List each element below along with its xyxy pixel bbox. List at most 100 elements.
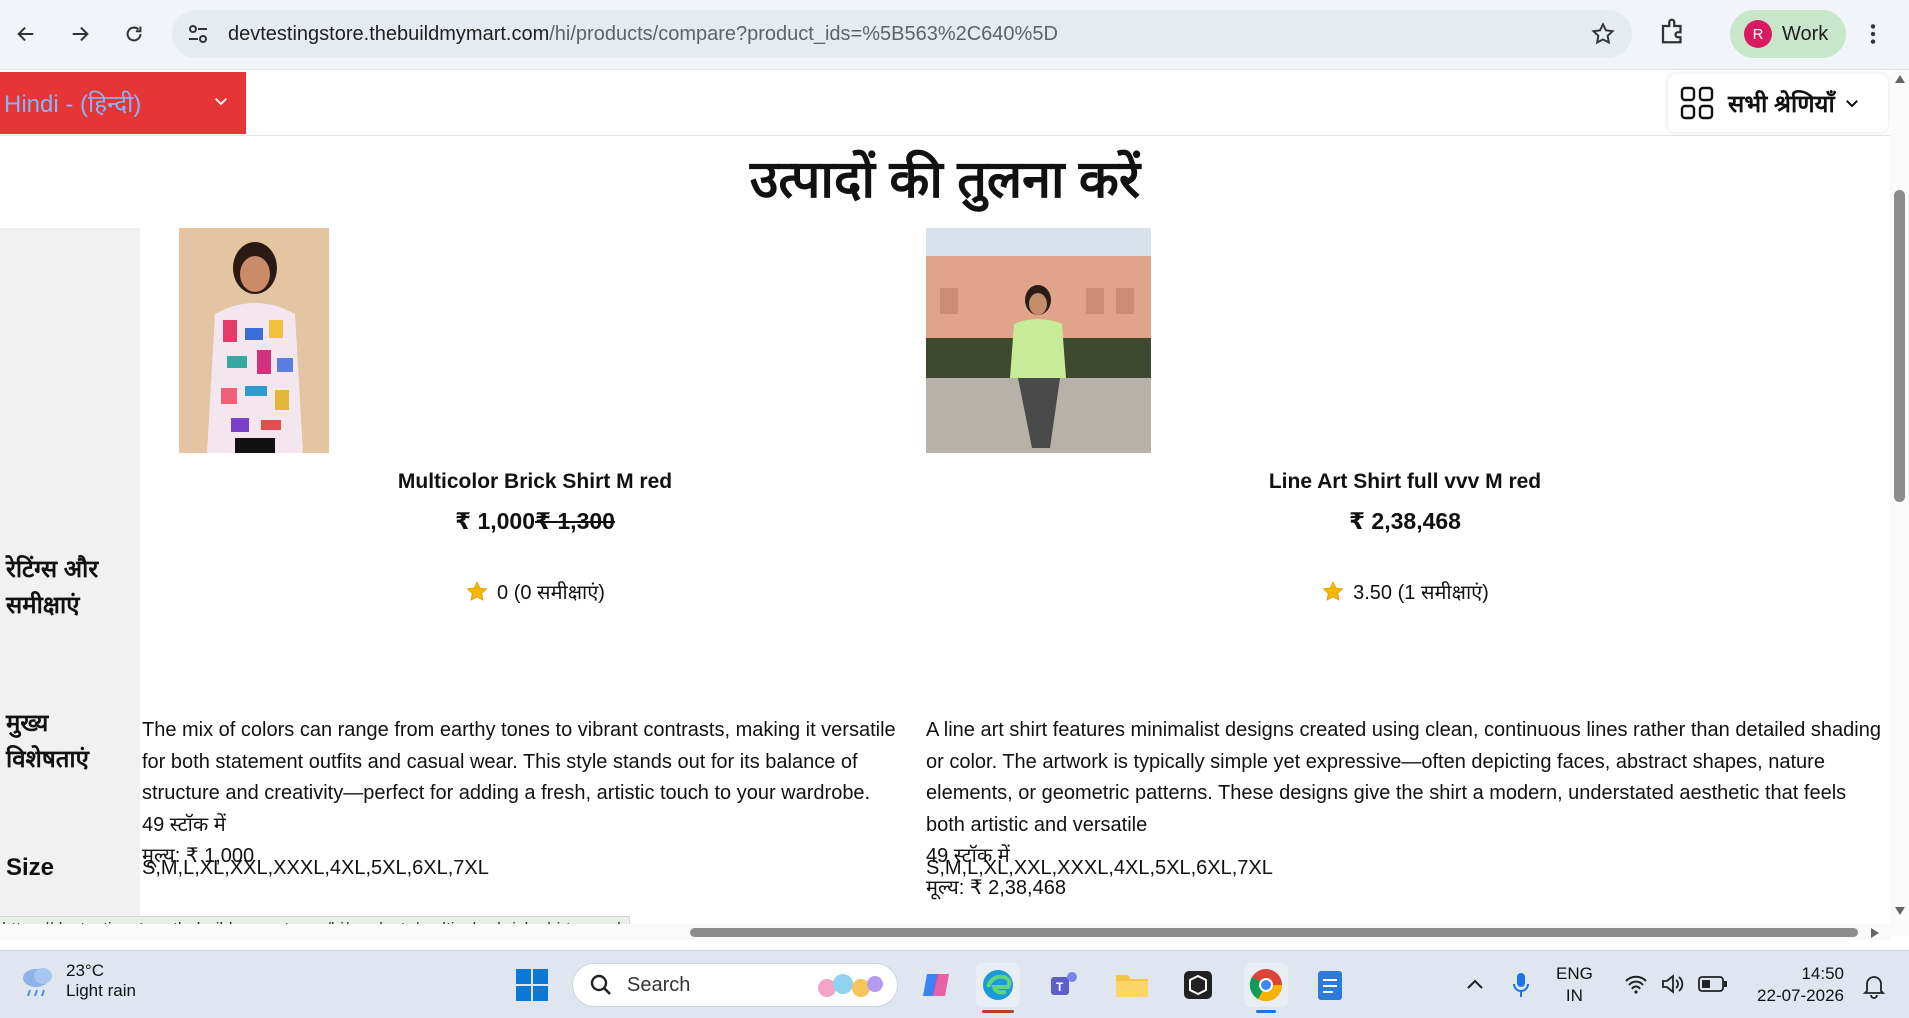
- copilot-icon[interactable]: [914, 963, 958, 1007]
- temperature: 23°C: [66, 961, 104, 980]
- wifi-icon[interactable]: [1624, 973, 1648, 995]
- product-name[interactable]: Line Art Shirt full vvv M red: [1010, 470, 1800, 494]
- reload-icon: [126, 26, 142, 42]
- notification-bell-icon[interactable]: [1862, 973, 1886, 999]
- extensions-icon[interactable]: [1658, 16, 1688, 46]
- url-text[interactable]: devtestingstore.thebuildmymart.com/hi/pr…: [228, 23, 1058, 46]
- teams-logo-icon: T: [1051, 972, 1077, 995]
- current-price: ₹ 2,38,468: [1349, 508, 1461, 534]
- edge-icon[interactable]: [976, 963, 1020, 1013]
- chevron-up-icon[interactable]: [1466, 977, 1484, 991]
- copilot-logo-icon: [923, 974, 949, 996]
- product-rating: 0 (0 समीक्षाएं): [140, 578, 930, 605]
- vertical-scroll-thumb[interactable]: [1894, 190, 1905, 502]
- weather-widget[interactable]: 23°C Light rain: [18, 961, 136, 1001]
- more-menu-icon[interactable]: [1860, 20, 1886, 48]
- forward-arrow-icon: [72, 26, 89, 42]
- grid-icon: [1680, 86, 1714, 120]
- features-row-label: मुख्य विशेषताएं: [6, 706, 116, 778]
- all-categories-button[interactable]: सभी श्रेणियाँ: [1668, 74, 1888, 132]
- back-button[interactable]: [8, 16, 44, 52]
- microphone-icon[interactable]: [1512, 971, 1530, 999]
- product-description: A line art shirt features minimalist des…: [926, 719, 1881, 836]
- search-label: Search: [627, 973, 691, 996]
- product-features: The mix of colors can range from earthy …: [142, 715, 918, 873]
- forward-button[interactable]: [62, 16, 98, 52]
- notepad-icon[interactable]: [1308, 963, 1352, 1007]
- product-name[interactable]: Multicolor Brick Shirt M red: [140, 470, 930, 494]
- start-button[interactable]: [510, 963, 554, 1007]
- product-price: ₹ 1,000₹ 1,300: [140, 508, 930, 535]
- language-select[interactable]: Hindi - (हिन्दी): [0, 72, 246, 134]
- windows-logo-icon: [516, 969, 548, 1001]
- product-sizes: S,M,L,XL,XXL,XXXL,4XL,5XL,6XL,7XL: [142, 857, 489, 879]
- chevron-down-icon: [1845, 100, 1858, 108]
- search-highlight-icon: [818, 974, 883, 997]
- cube-icon: [1184, 971, 1212, 999]
- edge-logo-icon: [983, 970, 1013, 1000]
- chrome-icon[interactable]: [1244, 963, 1288, 1013]
- scroll-right-icon[interactable]: [1870, 927, 1880, 939]
- profile-label: Work: [1782, 22, 1829, 45]
- folder-icon: [1116, 975, 1148, 997]
- clock[interactable]: 14:50 22-07-2026: [1752, 963, 1844, 1007]
- back-arrow-icon: [17, 26, 34, 42]
- bookmark-star-icon[interactable]: [1590, 21, 1616, 47]
- star-icon: [466, 580, 488, 601]
- app-cube-icon[interactable]: [1176, 963, 1220, 1007]
- reload-button[interactable]: [116, 16, 152, 52]
- lang-bottom: IN: [1565, 986, 1583, 1005]
- battery-icon[interactable]: [1698, 975, 1728, 993]
- ratings-label-text: रेटिंग्स और समीक्षाएं: [6, 556, 99, 619]
- address-bar[interactable]: devtestingstore.thebuildmymart.com/hi/pr…: [172, 10, 1632, 58]
- web-page: Hindi - (हिन्दी) सभी श्रेणियाँ उत्पादों …: [0, 70, 1890, 936]
- page-title: उत्पादों की तुलना करें: [749, 151, 1141, 209]
- product-photo: [926, 228, 1151, 453]
- teams-icon[interactable]: T: [1042, 963, 1086, 1007]
- product-photo: [179, 228, 329, 453]
- language-label: Hindi - (हिन्दी): [4, 90, 142, 118]
- stock-text: 49 स्टॉक में: [142, 813, 226, 836]
- ratings-row-label: रेटिंग्स और समीक्षाएं: [6, 552, 136, 624]
- file-explorer-icon[interactable]: [1110, 963, 1154, 1007]
- url-path: /hi/products/compare?product_ids=%5B563%…: [549, 23, 1058, 45]
- volume-icon[interactable]: [1660, 973, 1684, 995]
- scroll-up-icon[interactable]: [1894, 74, 1906, 84]
- site-header: Hindi - (हिन्दी) सभी श्रेणियाँ: [0, 70, 1890, 136]
- weather-condition: Light rain: [66, 981, 136, 1000]
- vertical-scrollbar[interactable]: [1890, 70, 1909, 936]
- horizontal-scrollbar[interactable]: [0, 924, 1890, 940]
- time: 14:50: [1801, 964, 1844, 983]
- taskbar-search[interactable]: Search: [572, 963, 898, 1007]
- chevron-down-icon: [215, 98, 227, 106]
- horizontal-scroll-thumb[interactable]: [690, 928, 1858, 937]
- product-image-line-art-shirt[interactable]: [926, 228, 1151, 453]
- input-language[interactable]: ENG IN: [1556, 963, 1593, 1007]
- profile-button[interactable]: R Work: [1730, 10, 1846, 58]
- product-rating: 3.50 (1 समीक्षाएं): [1010, 578, 1800, 605]
- rating-text: 0 (0 समीक्षाएं): [497, 582, 605, 604]
- chrome-logo-icon: [1249, 969, 1283, 1002]
- categories-label: सभी श्रेणियाँ: [1728, 90, 1835, 118]
- avatar: R: [1744, 20, 1772, 48]
- star-icon: [1322, 580, 1344, 601]
- url-host: devtestingstore.thebuildmymart.com: [228, 23, 550, 45]
- windows-taskbar: 23°C Light rain Search T ENG IN 14:50 22…: [0, 950, 1909, 1018]
- product-description: The mix of colors can range from earthy …: [142, 719, 896, 804]
- old-price: ₹ 1,300: [535, 508, 615, 534]
- svg-text:T: T: [1056, 980, 1064, 994]
- size-row-label: Size: [6, 854, 55, 881]
- scroll-down-icon[interactable]: [1894, 906, 1906, 916]
- product-sizes: S,M,L,XL,XXL,XXXL,4XL,5XL,6XL,7XL: [926, 857, 1273, 879]
- product-image-multicolor-shirt[interactable]: [179, 228, 329, 453]
- features-label-text: मुख्य विशेषताएं: [6, 710, 89, 773]
- notepad-logo-icon: [1318, 971, 1342, 1000]
- current-price: ₹ 1,000: [455, 508, 535, 534]
- product-price: ₹ 2,38,468: [1010, 508, 1800, 535]
- rating-text: 3.50 (1 समीक्षाएं): [1353, 582, 1489, 604]
- date: 22-07-2026: [1757, 986, 1844, 1005]
- site-info-icon[interactable]: [186, 22, 210, 46]
- rain-cloud-icon: [23, 968, 52, 997]
- browser-toolbar: devtestingstore.thebuildmymart.com/hi/pr…: [0, 0, 1909, 70]
- weather-text: 23°C Light rain: [66, 961, 136, 1001]
